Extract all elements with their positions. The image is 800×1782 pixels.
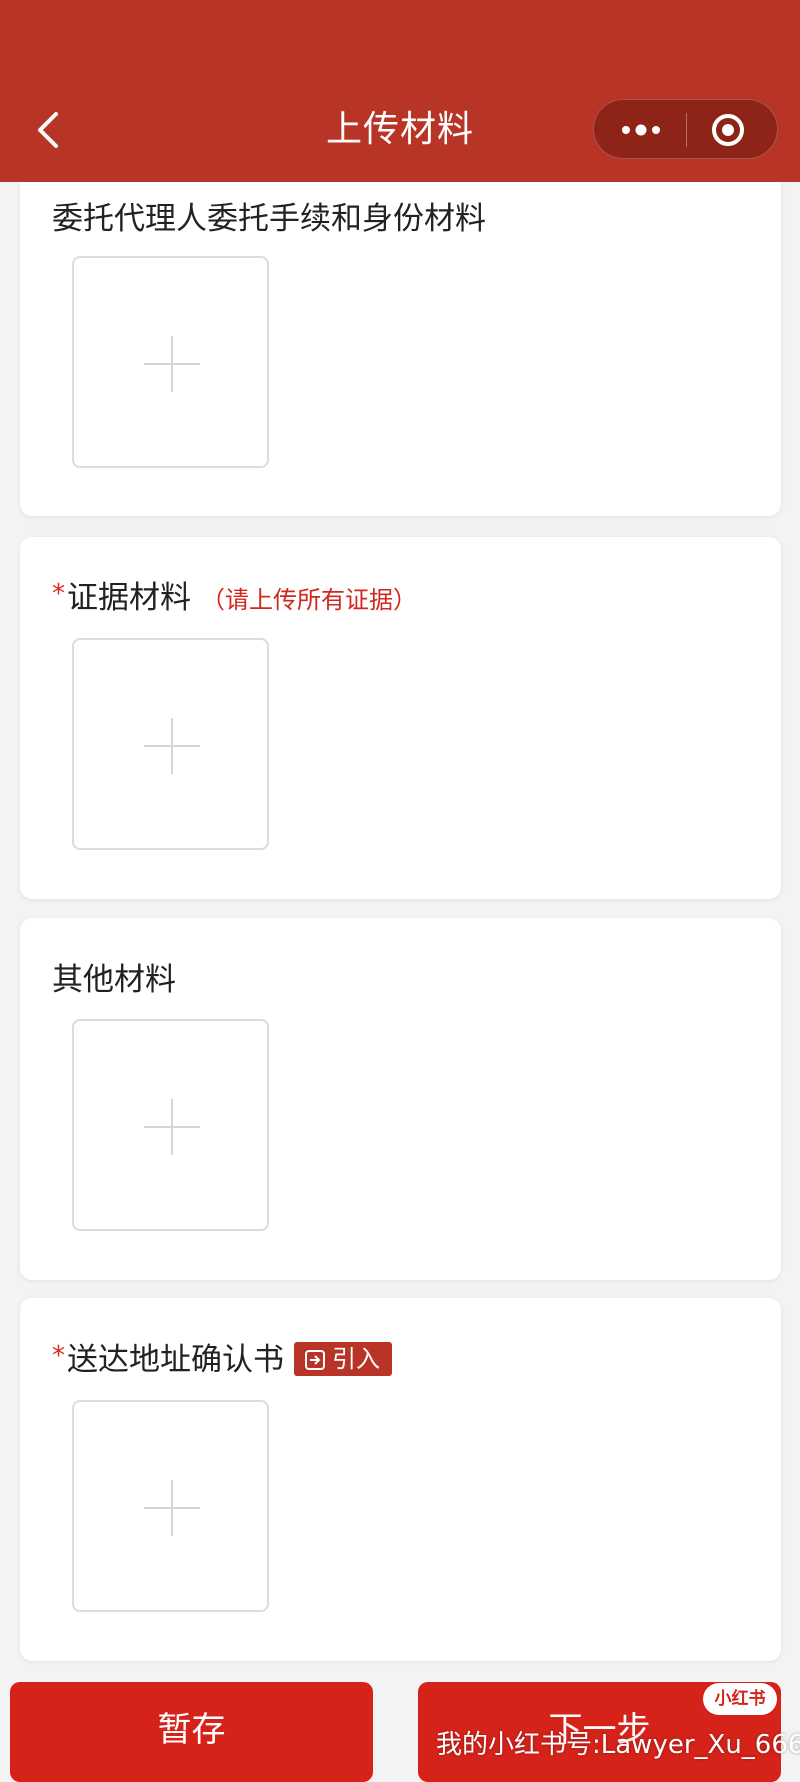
upload-box[interactable] <box>72 256 269 468</box>
required-mark: * <box>52 579 65 609</box>
plus-icon <box>144 1480 200 1536</box>
plus-icon <box>144 718 200 774</box>
section-agent-materials: 委托代理人委托手续和身份材料 <box>20 150 781 516</box>
plus-icon <box>144 336 200 392</box>
miniprogram-capsule <box>593 99 778 159</box>
section-hint: （请上传所有证据） <box>201 586 417 614</box>
section-title: 其他材料 <box>52 962 176 998</box>
upload-box[interactable] <box>72 1019 269 1231</box>
import-icon <box>305 1349 325 1370</box>
section-title: *送达地址确认书 引入 <box>52 1334 392 1379</box>
capsule-divider <box>686 113 687 147</box>
section-title: *证据材料 （请上传所有证据） <box>52 579 417 616</box>
section-other: 其他材料 <box>20 918 781 1280</box>
watermark-text: 我的小红书号:Lawyer_Xu_666 <box>436 1730 800 1760</box>
save-draft-button[interactable]: 暂存 <box>10 1682 373 1782</box>
section-title: 委托代理人委托手续和身份材料 <box>52 201 486 237</box>
plus-icon <box>144 1099 200 1155</box>
upload-box[interactable] <box>72 638 269 850</box>
import-button[interactable]: 引入 <box>294 1341 392 1376</box>
watermark-badge: 小红书 <box>703 1683 777 1715</box>
required-mark: * <box>52 1341 65 1371</box>
section-evidence: *证据材料 （请上传所有证据） <box>20 537 781 899</box>
upload-box[interactable] <box>72 1400 269 1612</box>
more-icon[interactable] <box>618 118 664 142</box>
nav-bar: 上传材料 <box>0 0 800 182</box>
section-delivery-address: *送达地址确认书 引入 <box>20 1298 781 1661</box>
close-miniprogram-icon[interactable] <box>710 112 746 148</box>
